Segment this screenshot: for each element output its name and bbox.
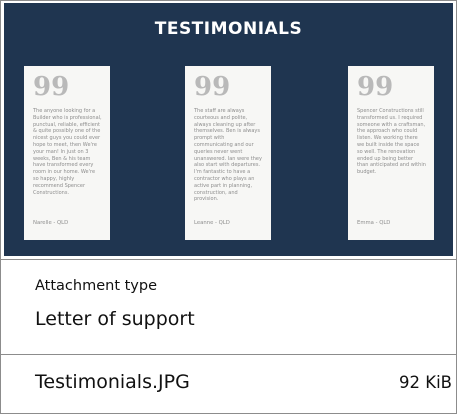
testimonial-text: The staff are always courteous and polit… <box>194 108 262 203</box>
quote-icon: 99 <box>194 72 231 102</box>
quote-icon: 99 <box>357 72 394 102</box>
testimonial-text: The anyone looking for a Builder who is … <box>33 108 102 196</box>
testimonial-author: Leanne - QLD <box>194 220 230 226</box>
testimonial-text: Spencer Constructions still transformed … <box>357 108 426 176</box>
testimonial-card: 99 Spencer Constructions still transform… <box>348 66 434 240</box>
attachment-type-section: Attachment type Letter of support <box>1 259 456 356</box>
testimonial-author: Narelle - QLD <box>33 220 69 226</box>
testimonial-card: 99 The anyone looking for a Builder who … <box>24 66 110 240</box>
file-name[interactable]: Testimonials.JPG <box>35 371 190 393</box>
testimonial-card: 99 The staff are always courteous and po… <box>185 66 271 240</box>
attachment-type-value: Letter of support <box>35 308 195 330</box>
file-size: 92 KiB <box>399 373 452 392</box>
quote-icon: 99 <box>33 72 70 102</box>
thumbnail-heading: TESTIMONIALS <box>154 19 303 39</box>
attachment-card: TESTIMONIALS 99 The anyone looking for a… <box>0 0 457 414</box>
testimonial-author: Emma - QLD <box>357 220 391 226</box>
attachment-type-label: Attachment type <box>35 278 158 294</box>
file-info-row[interactable]: Testimonials.JPG 92 KiB <box>1 354 456 414</box>
attachment-thumbnail[interactable]: TESTIMONIALS 99 The anyone looking for a… <box>4 3 453 256</box>
